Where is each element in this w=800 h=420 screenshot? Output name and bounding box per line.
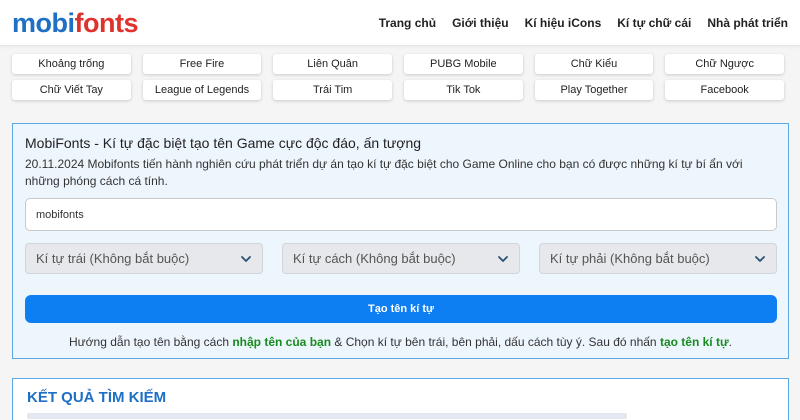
guide-text-part2: & Chọn kí tự bên trái, bên phải, dấu các… xyxy=(331,335,660,349)
site-logo[interactable]: mobifonts xyxy=(12,7,138,39)
main-nav: Trang chủ Giới thiệu Kí hiệu iCons Kí tự… xyxy=(363,15,788,31)
guide-highlight-create: tạo tên kí tự xyxy=(659,335,729,349)
guide-text-part1: Hướng dẫn tạo tên bằng cách xyxy=(68,335,233,349)
separator-char-select-value: Kí tự cách (Không bắt buộc) xyxy=(293,251,456,266)
nav-home[interactable]: Trang chủ xyxy=(379,15,436,31)
right-char-select-value: Kí tự phải (Không bắt buộc) xyxy=(550,251,710,266)
nav-letters[interactable]: Kí tự chữ cái xyxy=(617,15,691,31)
logo-part-fonts: fonts xyxy=(74,8,139,38)
guide-text-part3: . xyxy=(728,335,732,349)
chevron-down-icon xyxy=(755,256,765,262)
nav-developer[interactable]: Nhà phát triển xyxy=(707,15,788,31)
create-name-button[interactable]: Tạo tên kí tự xyxy=(25,295,777,323)
category-khoang-trong[interactable]: Khoảng trống xyxy=(12,54,131,74)
chevron-down-icon xyxy=(241,256,251,262)
category-grid: Khoảng trống Free Fire Liên Quân PUBG Mo… xyxy=(12,54,784,100)
left-char-select[interactable]: Kí tự trái (Không bắt buộc) xyxy=(25,243,263,274)
category-trai-tim[interactable]: Trái Tim xyxy=(273,80,392,100)
category-tik-tok[interactable]: Tik Tok xyxy=(403,80,523,100)
right-char-select[interactable]: Kí tự phải (Không bắt buộc) xyxy=(539,243,777,274)
category-free-fire[interactable]: Free Fire xyxy=(142,54,262,74)
category-facebook[interactable]: Facebook xyxy=(665,80,784,100)
generator-panel: MobiFonts - Kí tự đặc biệt tạo tên Game … xyxy=(12,123,789,359)
nav-icons[interactable]: Kí hiệu iCons xyxy=(525,15,602,31)
left-char-select-value: Kí tự trái (Không bắt buộc) xyxy=(36,251,190,266)
category-chu-kieu[interactable]: Chữ Kiểu xyxy=(534,54,654,74)
category-lien-quan[interactable]: Liên Quân xyxy=(273,54,392,74)
category-league-of-legends[interactable]: League of Legends xyxy=(142,80,262,100)
results-title: KẾT QUẢ TÌM KIẾM xyxy=(27,389,167,406)
name-input[interactable] xyxy=(25,198,777,231)
separator-char-select[interactable]: Kí tự cách (Không bắt buộc) xyxy=(282,243,520,274)
chevron-down-icon xyxy=(498,256,508,262)
panel-description: 20.11.2024 Mobifonts tiến hành nghiên cứ… xyxy=(25,157,743,188)
nav-about[interactable]: Giới thiệu xyxy=(452,15,509,31)
results-panel: KẾT QUẢ TÌM KIẾM xyxy=(12,378,789,420)
category-play-together[interactable]: Play Together xyxy=(534,80,654,100)
category-chu-viet-tay[interactable]: Chữ Viết Tay xyxy=(12,80,131,100)
category-pubg-mobile[interactable]: PUBG Mobile xyxy=(403,54,523,74)
panel-title: MobiFonts - Kí tự đặc biệt tạo tên Game … xyxy=(25,135,422,151)
logo-part-mobi: mobi xyxy=(12,8,75,38)
category-chu-nguoc[interactable]: Chữ Ngược xyxy=(665,54,784,74)
guide-highlight-enter-name: nhập tên của bạn xyxy=(232,335,332,349)
results-cutoff-line xyxy=(27,413,627,419)
top-header: mobifonts Trang chủ Giới thiệu Kí hiệu i… xyxy=(0,0,800,46)
guide-text: Hướng dẫn tạo tên bằng cách nhập tên của… xyxy=(13,334,788,350)
